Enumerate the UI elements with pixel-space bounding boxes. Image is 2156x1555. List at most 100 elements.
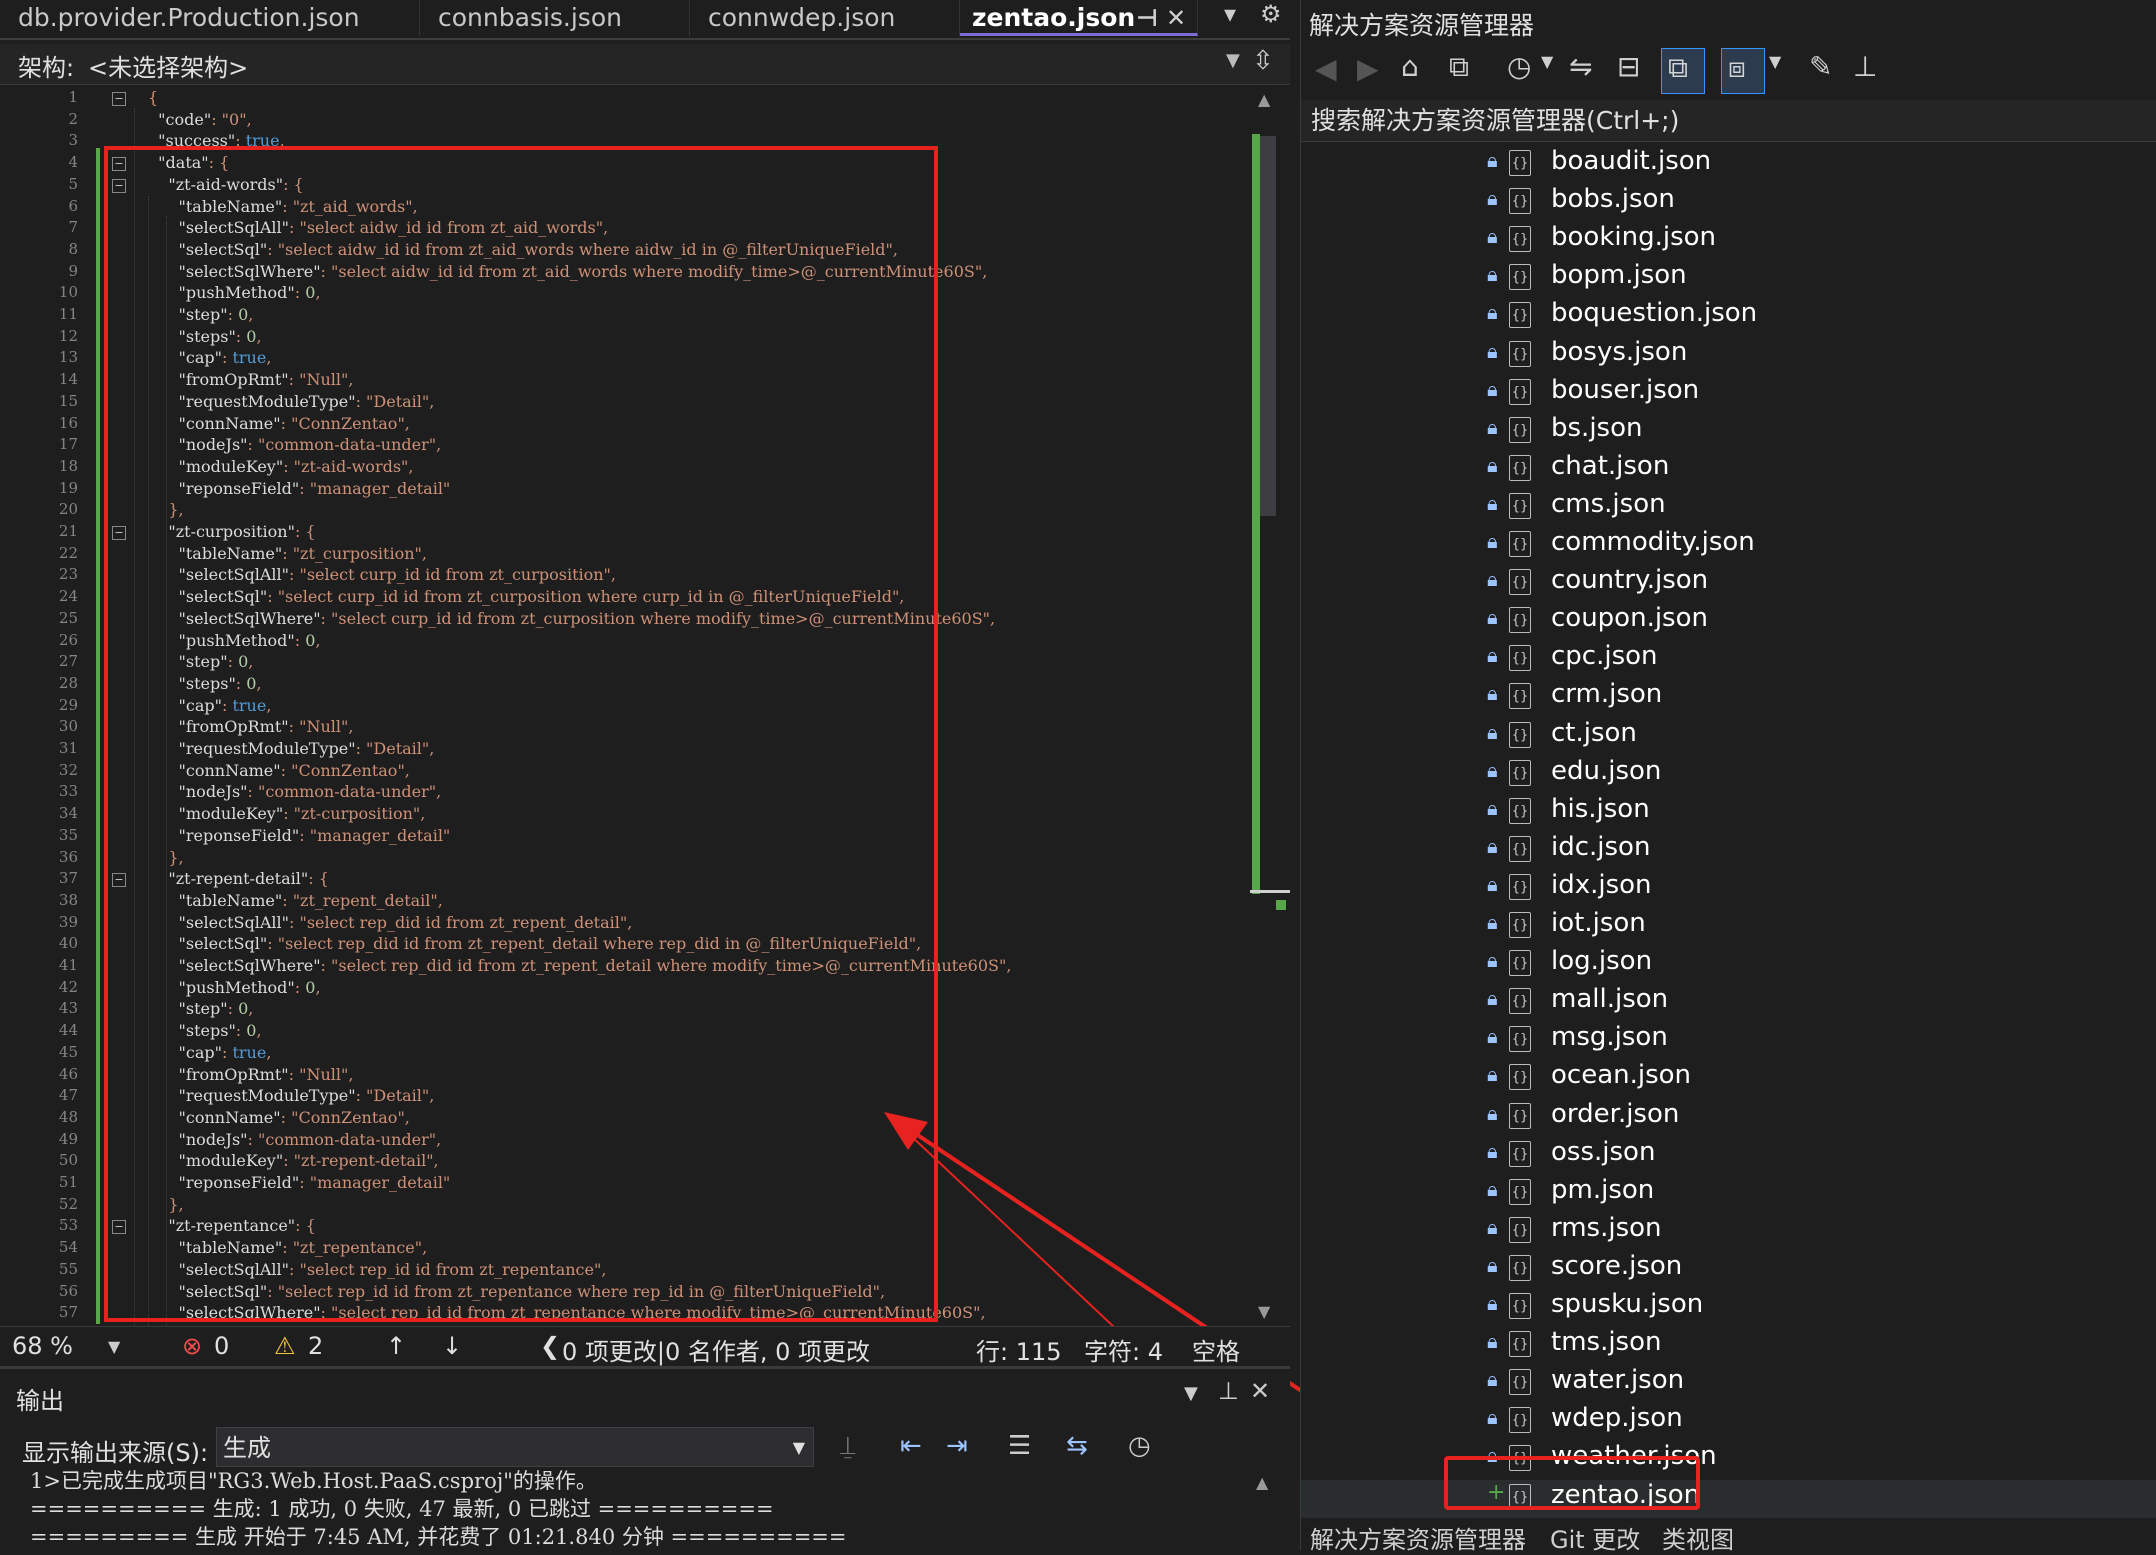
previous-issue-icon[interactable]: ↑	[386, 1332, 406, 1360]
file-item[interactable]: 🔒︎ {} country.json	[1301, 565, 2156, 603]
file-item[interactable]: 🔒︎ {} edu.json	[1301, 756, 2156, 794]
file-item[interactable]: 🔒︎ {} idx.json	[1301, 870, 2156, 908]
file-item[interactable]: 🔒︎ {} bopm.json	[1301, 260, 2156, 298]
file-item[interactable]: 🔒︎ {} chat.json	[1301, 451, 2156, 489]
pin-panel-icon[interactable]: ⊥	[1218, 1377, 1239, 1405]
architecture-dropdown[interactable]: <未选择架构>	[88, 48, 248, 83]
file-item[interactable]: 🔒︎ {} coupon.json	[1301, 603, 2156, 641]
file-item[interactable]: 🔒︎ {} msg.json	[1301, 1022, 2156, 1060]
file-item[interactable]: 🔒︎ {} boaudit.json	[1301, 146, 2156, 184]
file-item[interactable]: 🔒︎ {} order.json	[1301, 1099, 2156, 1137]
output-scroll-up-icon[interactable]: ▲	[1256, 1473, 1268, 1492]
file-item[interactable]: +{} zentao.json	[1301, 1479, 2156, 1518]
forward-icon[interactable]: ▶	[1357, 52, 1379, 85]
scroll-thumb[interactable]	[1260, 136, 1276, 516]
switch-views-icon[interactable]: ⧉	[1449, 50, 1469, 84]
home-icon[interactable]: ⌂	[1401, 50, 1419, 83]
file-name: spusku.json	[1551, 1289, 1704, 1319]
file-item[interactable]: 🔒︎ {} bosys.json	[1301, 337, 2156, 375]
chevron-down-icon[interactable]: ▼	[1226, 50, 1240, 71]
char-number[interactable]: 字符: 4	[1084, 1332, 1163, 1367]
tab-connbasis[interactable]: connbasis.json	[420, 0, 690, 36]
file-item[interactable]: 🔒︎ {} log.json	[1301, 946, 2156, 984]
file-item[interactable]: 🔒︎ {} crm.json	[1301, 679, 2156, 717]
tab-connwdep[interactable]: connwdep.json	[690, 0, 960, 36]
pin-toolbar-icon[interactable]: ⊥	[1853, 50, 1877, 83]
file-item[interactable]: 🔒︎{} weather.json	[1301, 1441, 2156, 1479]
file-item[interactable]: 🔒︎ {} booking.json	[1301, 222, 2156, 260]
go-previous-message-icon[interactable]: ⇤	[900, 1431, 922, 1461]
file-item[interactable]: 🔒︎ {} ct.json	[1301, 718, 2156, 756]
file-item[interactable]: 🔒︎ {} bobs.json	[1301, 184, 2156, 222]
find-message-icon[interactable]: ⍊	[840, 1431, 856, 1462]
json-file-icon: {}	[1509, 264, 1531, 291]
json-file-icon: {}	[1509, 1254, 1531, 1281]
file-item[interactable]: 🔒︎ {} tms.json	[1301, 1327, 2156, 1365]
git-changes-summary[interactable]: 0 项更改|0 名作者, 0 项更改	[562, 1332, 870, 1367]
file-name: mall.json	[1551, 984, 1669, 1015]
line-number[interactable]: 行: 115	[976, 1332, 1062, 1367]
go-next-message-icon[interactable]: ⇥	[946, 1431, 968, 1461]
file-item[interactable]: 🔒︎ {} pm.json	[1301, 1175, 2156, 1213]
warning-icon[interactable]: ⚠	[274, 1332, 296, 1360]
file-item[interactable]: 🔒︎ {} bs.json	[1301, 413, 2156, 451]
zoom-level[interactable]: 68 %	[12, 1332, 73, 1360]
show-all-files-button[interactable]: ⧉	[1661, 48, 1705, 94]
tab-db-provider[interactable]: db.provider.Production.json	[0, 0, 420, 36]
file-item[interactable]: 🔒︎ {} rms.json	[1301, 1213, 2156, 1251]
file-name: boaudit.json	[1551, 146, 1712, 176]
output-text-area[interactable]: 1>已完成生成项目"RG3.Web.Host.PaaS.csproj"的操作。 …	[0, 1469, 1290, 1553]
error-icon[interactable]: ⊗	[182, 1332, 202, 1360]
file-item[interactable]: 🔒︎ {} oss.json	[1301, 1137, 2156, 1175]
file-item[interactable]: 🔒︎ {} his.json	[1301, 794, 2156, 832]
file-name: bobs.json	[1551, 184, 1675, 215]
editor-tab-bar: db.provider.Production.json connbasis.js…	[0, 0, 1290, 40]
file-item[interactable]: 🔒︎ {} ocean.json	[1301, 1060, 2156, 1098]
solution-search-input[interactable]: 搜索解决方案资源管理器(Ctrl+;)	[1301, 100, 2156, 142]
close-panel-icon[interactable]: ✕	[1250, 1377, 1270, 1405]
clear-all-icon[interactable]: ☰	[1008, 1431, 1031, 1461]
file-item[interactable]: 🔒︎ {} spusku.json	[1301, 1289, 2156, 1327]
next-issue-icon[interactable]: ↓	[442, 1332, 462, 1360]
file-item[interactable]: 🔒︎ {} commodity.json	[1301, 527, 2156, 565]
file-name: bopm.json	[1551, 260, 1687, 291]
sync-icon[interactable]: ⇋	[1569, 50, 1592, 83]
timestamp-icon[interactable]: ◷	[1128, 1431, 1151, 1461]
preview-selected-button[interactable]: ⧈	[1721, 48, 1765, 94]
file-item[interactable]: 🔒︎ {} boquestion.json	[1301, 298, 2156, 336]
file-name: iot.json	[1551, 908, 1646, 938]
collapse-all-icon[interactable]: ⊟	[1617, 50, 1640, 83]
settings-icon[interactable]: ⚙	[1260, 0, 1282, 28]
file-item[interactable]: 🔒︎ {} water.json	[1301, 1365, 2156, 1403]
filter-dropdown-icon[interactable]: ▼	[1541, 52, 1553, 71]
file-item[interactable]: 🔒︎ {} idc.json	[1301, 832, 2156, 870]
file-name: crm.json	[1551, 679, 1663, 710]
tab-zentao[interactable]: zentao.json ⊣ ✕	[960, 0, 1198, 36]
file-item[interactable]: 🔒︎ {} wdep.json	[1301, 1403, 2156, 1441]
file-item[interactable]: 🔒︎ {} cpc.json	[1301, 641, 2156, 679]
pin-icon[interactable]: ⊣	[1136, 0, 1158, 36]
close-icon[interactable]: ✕	[1166, 0, 1186, 36]
indentation-type[interactable]: 空格	[1192, 1332, 1240, 1367]
panel-menu-icon[interactable]: ▼	[1184, 1383, 1198, 1404]
zoom-dropdown-icon[interactable]: ▼	[108, 1337, 120, 1356]
view-dropdown-icon[interactable]: ▼	[1769, 52, 1781, 71]
scroll-up-icon[interactable]: ▲	[1258, 90, 1270, 109]
back-icon[interactable]: ◀	[1315, 52, 1337, 85]
output-source-label: 显示输出来源(S):	[22, 1439, 209, 1467]
file-item[interactable]: 🔒︎ {} cms.json	[1301, 489, 2156, 527]
pending-changes-filter-icon[interactable]: ◷	[1507, 50, 1531, 83]
output-source-select[interactable]: 生成 ▼	[216, 1427, 814, 1467]
file-item[interactable]: 🔒︎ {} iot.json	[1301, 908, 2156, 946]
tab-list-dropdown-icon[interactable]: ▾	[1224, 0, 1236, 28]
fold-toggle-icon[interactable]: −	[112, 92, 126, 106]
git-changes-prev-icon[interactable]: ❮	[540, 1332, 560, 1360]
word-wrap-icon[interactable]: ⇆	[1066, 1431, 1088, 1461]
file-item[interactable]: 🔒︎ {} bouser.json	[1301, 375, 2156, 413]
split-editor-icon[interactable]: ⇳	[1252, 46, 1274, 76]
file-item[interactable]: 🔒︎ {} mall.json	[1301, 984, 2156, 1022]
properties-icon[interactable]: ✎	[1809, 50, 1832, 83]
file-item[interactable]: 🔒︎ {} score.json	[1301, 1251, 2156, 1289]
code-line: {	[148, 88, 159, 107]
output-line: ========== 生成: 1 成功, 0 失败, 47 最新, 0 已跳过 …	[30, 1497, 774, 1521]
